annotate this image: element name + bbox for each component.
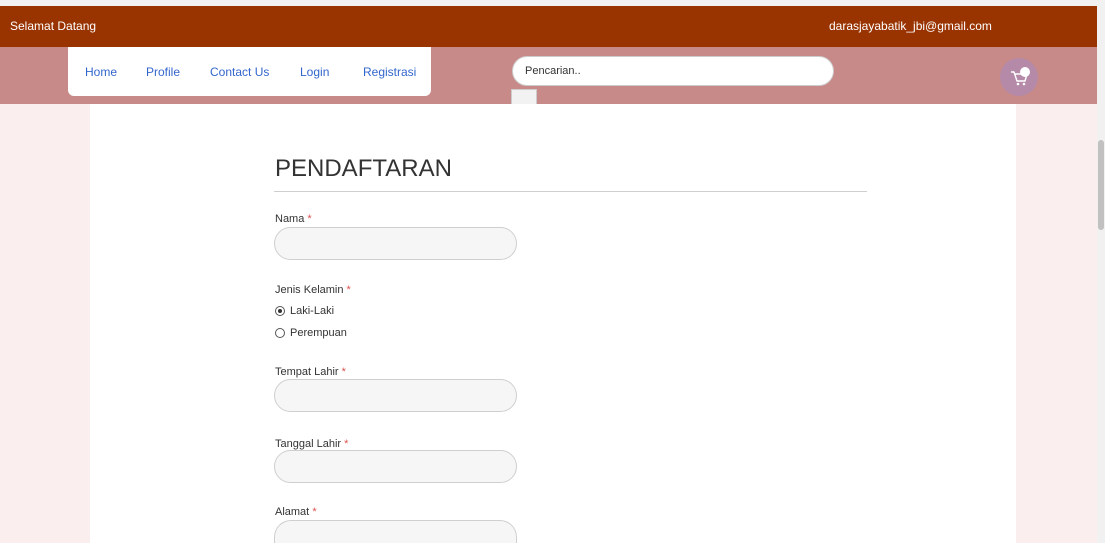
nama-input[interactable] xyxy=(274,227,517,260)
nav-band: Home Profile Contact Us Login Registrasi xyxy=(0,47,1097,104)
contact-email: darasjayabatik_jbi@gmail.com xyxy=(829,19,992,33)
search-input[interactable] xyxy=(512,56,834,86)
tanggal-lahir-input[interactable] xyxy=(274,450,517,483)
scrollbar-thumb[interactable] xyxy=(1098,140,1104,230)
nav-login[interactable]: Login xyxy=(300,65,329,79)
label-tanggal-lahir: Tanggal Lahir * xyxy=(275,438,349,450)
scrollbar-track[interactable] xyxy=(1097,0,1105,543)
registration-panel xyxy=(90,104,1016,543)
label-jenis-kelamin: Jenis Kelamin * xyxy=(275,284,351,296)
cart-button[interactable] xyxy=(1000,58,1038,96)
title-divider xyxy=(274,191,867,192)
label-nama: Nama * xyxy=(275,213,312,225)
label-alamat: Alamat * xyxy=(275,506,317,518)
nav-home[interactable]: Home xyxy=(85,65,117,79)
welcome-text: Selamat Datang xyxy=(10,19,97,33)
radio-perempuan[interactable]: Perempuan xyxy=(275,327,347,339)
radio-laki-laki[interactable]: Laki-Laki xyxy=(275,305,334,317)
radio-button-checked[interactable] xyxy=(275,306,285,316)
radio-button[interactable] xyxy=(275,328,285,338)
label-tempat-lahir: Tempat Lahir * xyxy=(275,366,346,378)
nav-contact-us[interactable]: Contact Us xyxy=(210,65,269,79)
left-decor xyxy=(0,104,90,543)
cart-icon xyxy=(1011,67,1030,86)
top-bar: Selamat Datang darasjayabatik_jbi@gmail.… xyxy=(0,6,1097,47)
nav-registrasi[interactable]: Registrasi xyxy=(363,65,416,79)
tempat-lahir-input[interactable] xyxy=(274,379,517,412)
nav-profile[interactable]: Profile xyxy=(146,65,180,79)
page-title: PENDAFTARAN xyxy=(275,155,452,182)
main-nav: Home Profile Contact Us Login Registrasi xyxy=(68,47,431,96)
alamat-input[interactable] xyxy=(274,520,517,543)
